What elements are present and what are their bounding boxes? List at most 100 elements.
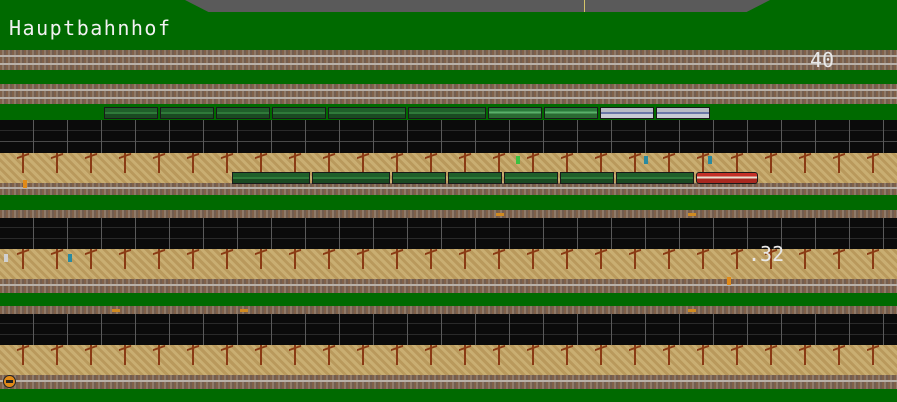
platform-pillar [872,345,874,365]
platform-pillar [770,153,772,173]
track-1-rail [0,63,897,65]
track-5-rail [0,284,897,286]
passenger-car[interactable] [408,107,486,119]
platform-pillar [362,249,364,269]
platform-pillar [872,153,874,173]
platform-pillar [532,345,534,365]
platform-pillar [736,345,738,365]
track-5[interactable] [0,279,897,293]
platform-pillar [566,153,568,173]
platform-pillar [430,345,432,365]
platform-pillar [328,249,330,269]
platform-pillar [260,345,262,365]
platform-pillar [294,153,296,173]
passenger-car[interactable] [232,172,310,184]
platform-roof-3[interactable] [0,314,897,345]
platform-pillar [158,249,160,269]
passenger-car[interactable] [488,107,542,119]
platform-pillar [90,153,92,173]
signal-icon[interactable] [23,180,27,188]
passenger-car[interactable] [560,172,614,184]
passenger-car[interactable] [160,107,214,119]
passenger-car[interactable] [616,172,694,184]
railbus[interactable] [696,172,758,184]
platform-pillar [804,345,806,365]
track-1[interactable] [0,50,897,70]
passenger-car[interactable] [600,107,654,119]
track-3-rail [0,187,897,189]
passenger-car[interactable] [272,107,326,119]
platform-pillar [668,153,670,173]
platform-pillar [498,345,500,365]
passenger-car[interactable] [312,172,390,184]
passenger-car[interactable] [392,172,446,184]
platform-pillar [600,249,602,269]
train-lower[interactable] [232,172,760,184]
train-upper[interactable] [104,107,712,119]
signal-icon[interactable] [68,254,72,262]
platform-pillar [838,153,840,173]
top-structure [185,0,770,12]
platform-pillar [90,249,92,269]
platform-pillar [124,153,126,173]
platform-pillar [396,249,398,269]
platform-pillar [532,153,534,173]
platform-pillar [226,153,228,173]
platform-pillar [566,345,568,365]
platform-pillar [566,249,568,269]
platform-pillar [736,153,738,173]
platform-pillar [668,345,670,365]
platform-pillar [294,249,296,269]
platform-pillar [56,153,58,173]
station-name[interactable]: Hauptbahnhof [9,16,172,40]
platform-pillar [736,249,738,269]
passenger-car[interactable] [104,107,158,119]
top-marker [584,0,585,12]
signal-icon[interactable] [4,254,8,262]
signal-icon[interactable] [516,156,520,164]
track-4[interactable] [0,210,897,218]
lamp-icon [240,309,248,312]
passenger-car[interactable] [328,107,406,119]
passenger-car[interactable] [544,107,598,119]
platform-pillar [158,153,160,173]
platform-pillar [328,345,330,365]
platform-pillar [600,345,602,365]
round-sign-icon[interactable] [3,375,16,388]
platform-pillar [464,153,466,173]
track-number-label: 40 [810,48,835,72]
platform-pillar [192,153,194,173]
platform-pillar [838,345,840,365]
platform-pillar [192,249,194,269]
platform-pillar [22,249,24,269]
platform-pillar [872,249,874,269]
passenger-car[interactable] [656,107,710,119]
track-6[interactable] [0,306,897,314]
platform-pillar [226,249,228,269]
passenger-car[interactable] [216,107,270,119]
platform-roof-1[interactable] [0,120,897,153]
track-1-rail [0,55,897,57]
track-2[interactable] [0,84,897,104]
signal-icon[interactable] [644,156,648,164]
platform-pillar [498,249,500,269]
lamp-icon [496,213,504,216]
lamp-icon [688,309,696,312]
platform-pillar [226,345,228,365]
signal-icon[interactable] [708,156,712,164]
platform-pillar [702,249,704,269]
passenger-car[interactable] [448,172,502,184]
signal-icon[interactable] [727,277,731,285]
track-7[interactable] [0,375,897,389]
passenger-car[interactable] [504,172,558,184]
platform-pillar [498,153,500,173]
platform-pillar [464,345,466,365]
platform-pillar [804,153,806,173]
track-3[interactable] [0,183,897,195]
platform-pillar [634,249,636,269]
lamp-icon [112,309,120,312]
platform-pillar [770,345,772,365]
platform-pillar [804,249,806,269]
platform-pillar [362,153,364,173]
platform-pillar [260,153,262,173]
